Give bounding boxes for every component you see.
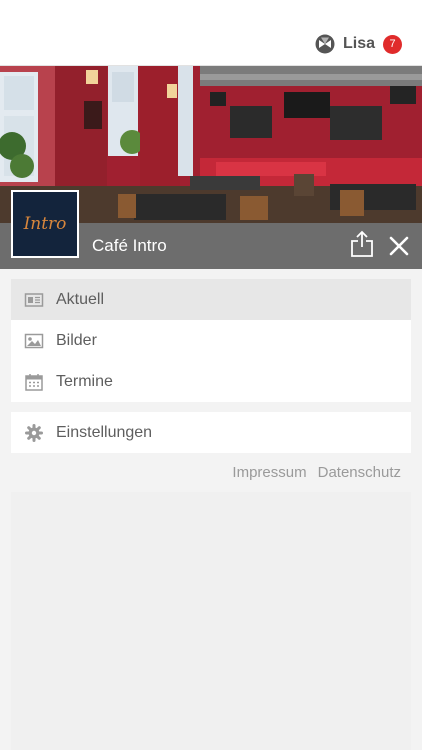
- calendar-icon: [25, 373, 43, 391]
- primary-menu: Aktuell Bilder Termine: [11, 279, 411, 402]
- menu-item-label: Einstellungen: [56, 423, 153, 441]
- share-icon[interactable]: [350, 230, 374, 257]
- menu-item-label: Aktuell: [56, 290, 105, 308]
- newspaper-icon: [24, 292, 44, 307]
- menu-item-label: Bilder: [56, 331, 97, 349]
- notification-badge: 7: [383, 34, 402, 54]
- user-name: Lisa: [342, 35, 375, 52]
- venue-logo: Intro: [11, 190, 79, 258]
- content-area: [11, 492, 411, 750]
- close-icon[interactable]: [388, 235, 410, 257]
- menu-item-termine[interactable]: Termine: [11, 361, 411, 402]
- footer-links: Impressum Datenschutz: [232, 464, 401, 481]
- impressum-link[interactable]: Impressum: [232, 464, 306, 481]
- datenschutz-link[interactable]: Datenschutz: [318, 464, 401, 481]
- gear-icon: [25, 423, 43, 442]
- venue-name: Café Intro: [92, 236, 167, 255]
- globe-logo-icon: [315, 34, 335, 54]
- venue-logo-text: Intro: [23, 214, 67, 234]
- user-menu[interactable]: Lisa 7: [315, 34, 402, 54]
- menu-item-label: Termine: [56, 372, 113, 390]
- menu-item-einstellungen[interactable]: Einstellungen: [11, 412, 411, 453]
- menu-item-bilder[interactable]: Bilder: [11, 320, 411, 361]
- menu-item-aktuell[interactable]: Aktuell: [11, 279, 411, 320]
- image-icon: [24, 333, 44, 348]
- top-bar: Lisa 7: [0, 0, 422, 66]
- secondary-menu: Einstellungen: [11, 412, 411, 453]
- venue-header: Intro Café Intro: [0, 66, 422, 269]
